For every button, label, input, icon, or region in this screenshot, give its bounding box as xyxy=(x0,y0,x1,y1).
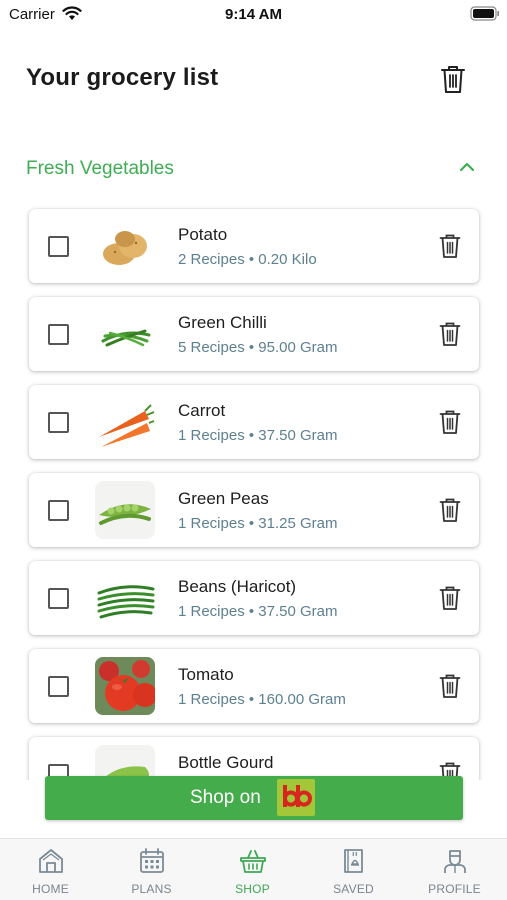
battery-icon xyxy=(470,6,500,21)
bottle-gourd-image xyxy=(95,745,155,780)
trash-icon[interactable] xyxy=(439,233,461,259)
list-item[interactable]: Green Chilli 5 Recipes • 95.00 Gram xyxy=(29,297,479,371)
tab-label: HOME xyxy=(32,882,69,896)
list-item[interactable]: Green Peas 1 Recipes • 31.25 Gram xyxy=(29,473,479,547)
tab-label: PROFILE xyxy=(428,882,481,896)
grocery-list[interactable]: Potato 2 Recipes • 0.20 Kilo Green Chill… xyxy=(0,200,507,780)
trash-icon[interactable] xyxy=(439,497,461,523)
item-name: Bottle Gourd xyxy=(178,753,274,772)
trash-icon[interactable] xyxy=(439,673,461,699)
tab-shop[interactable]: SHOP xyxy=(202,839,303,900)
tab-label: SHOP xyxy=(235,882,270,896)
checkbox[interactable] xyxy=(48,412,69,433)
checkbox[interactable] xyxy=(48,500,69,521)
item-meta: 1 Recipes • 37.50 Gram xyxy=(178,603,338,620)
tab-label: PLANS xyxy=(131,882,172,896)
chef-profile-icon xyxy=(444,850,466,873)
item-name: Tomato xyxy=(178,665,234,684)
item-meta: 2 Recipes • 0.20 Kilo xyxy=(178,251,317,268)
item-name: Green Peas xyxy=(178,489,269,508)
item-meta: 5 Recipes • 95.00 Gram xyxy=(178,339,338,356)
checkbox[interactable] xyxy=(48,236,69,257)
green-peas-image xyxy=(95,481,155,539)
status-bar: Carrier 9:14 AM xyxy=(0,0,507,30)
trash-icon[interactable] xyxy=(440,64,466,94)
item-meta: 1 Recipes • 31.25 Gram xyxy=(178,515,338,532)
tomato-image xyxy=(95,657,155,715)
shop-on-bigbasket-button[interactable]: Shop on xyxy=(45,776,463,820)
green-chilli-image xyxy=(95,305,155,363)
item-name: Potato xyxy=(178,225,228,244)
tab-bar: HOME PLANS SHOP SAVED PROFILE xyxy=(0,838,507,900)
checkbox[interactable] xyxy=(48,588,69,609)
tab-label: SAVED xyxy=(333,882,374,896)
shop-button-label: Shop on xyxy=(190,787,261,808)
tab-home[interactable]: HOME xyxy=(0,839,101,900)
item-meta: 1 Recipes • 37.50 Gram xyxy=(178,427,338,444)
list-item[interactable]: Bottle Gourd xyxy=(29,737,479,780)
page-title: Your grocery list xyxy=(26,64,219,91)
list-item[interactable]: Carrot 1 Recipes • 37.50 Gram xyxy=(29,385,479,459)
item-name: Beans (Haricot) xyxy=(178,577,297,596)
bigbasket-logo xyxy=(277,779,315,816)
saved-book-icon xyxy=(344,849,363,873)
tab-profile[interactable]: PROFILE xyxy=(404,839,505,900)
trash-icon[interactable] xyxy=(439,409,461,435)
section-title: Fresh Vegetables xyxy=(26,158,174,179)
beans-image xyxy=(95,569,155,627)
tab-saved[interactable]: SAVED xyxy=(303,839,404,900)
section-header-fresh-vegetables[interactable]: Fresh Vegetables xyxy=(0,150,507,186)
tab-plans[interactable]: PLANS xyxy=(101,839,202,900)
item-meta: 1 Recipes • 160.00 Gram xyxy=(178,691,346,708)
carrot-image xyxy=(95,393,155,451)
checkbox[interactable] xyxy=(48,324,69,345)
checkbox[interactable] xyxy=(48,676,69,697)
list-item[interactable]: Tomato 1 Recipes • 160.00 Gram xyxy=(29,649,479,723)
trash-icon[interactable] xyxy=(439,321,461,347)
item-name: Carrot xyxy=(178,401,226,420)
list-item[interactable]: Potato 2 Recipes • 0.20 Kilo xyxy=(29,209,479,283)
list-item[interactable]: Beans (Haricot) 1 Recipes • 37.50 Gram xyxy=(29,561,479,635)
calendar-icon xyxy=(140,848,164,873)
home-icon xyxy=(39,849,63,873)
trash-icon[interactable] xyxy=(439,585,461,611)
status-time: 9:14 AM xyxy=(225,6,282,23)
item-name: Green Chilli xyxy=(178,313,267,332)
potato-image xyxy=(95,217,155,275)
chevron-up-icon[interactable] xyxy=(458,160,476,174)
basket-icon xyxy=(240,850,266,873)
